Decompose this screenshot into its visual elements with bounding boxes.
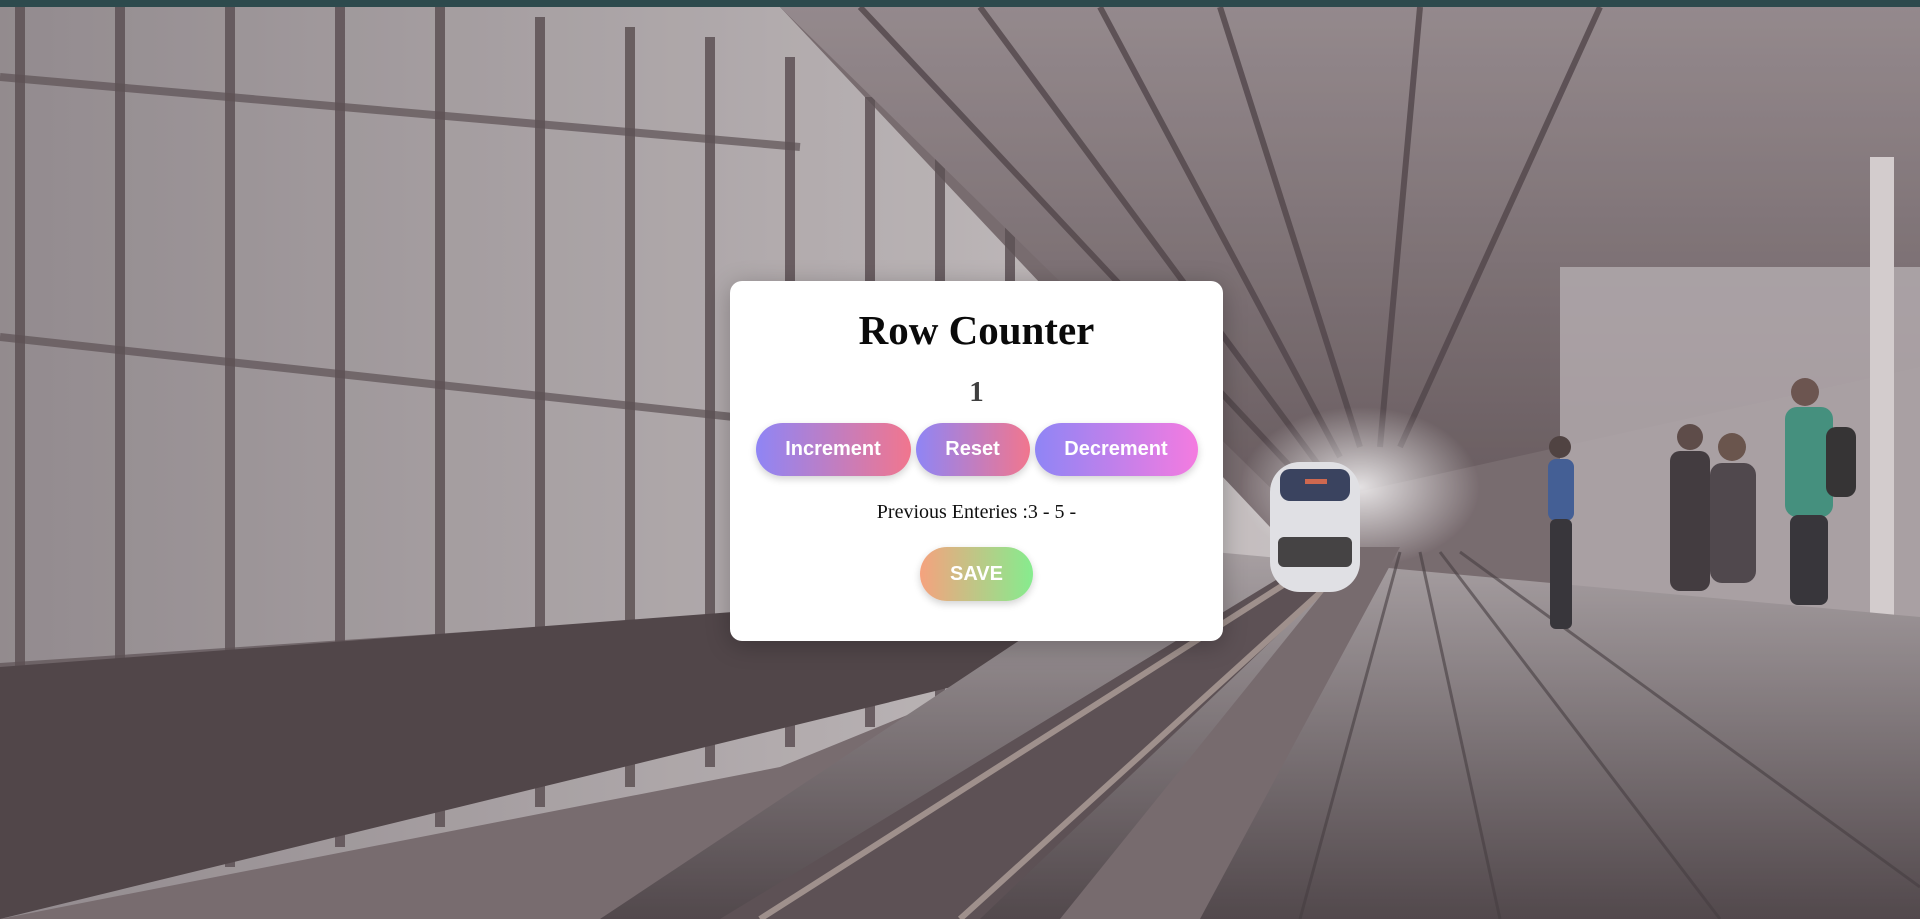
previous-entries: Previous Enteries :3 - 5 -: [876, 501, 1077, 523]
decrement-button[interactable]: Decrement: [1034, 423, 1198, 476]
page-title: Row Counter: [858, 307, 1095, 353]
save-row: SAVE: [730, 547, 1223, 601]
row-counter-card: Row Counter 1 Increment Reset Decrement …: [730, 281, 1223, 641]
save-button[interactable]: SAVE: [920, 547, 1033, 601]
reset-button[interactable]: Reset: [915, 423, 1030, 476]
count-value: 1: [969, 376, 984, 408]
top-strip: [0, 0, 1920, 7]
increment-button[interactable]: Increment: [755, 423, 911, 476]
counter-button-row: Increment Reset Decrement: [730, 423, 1223, 476]
